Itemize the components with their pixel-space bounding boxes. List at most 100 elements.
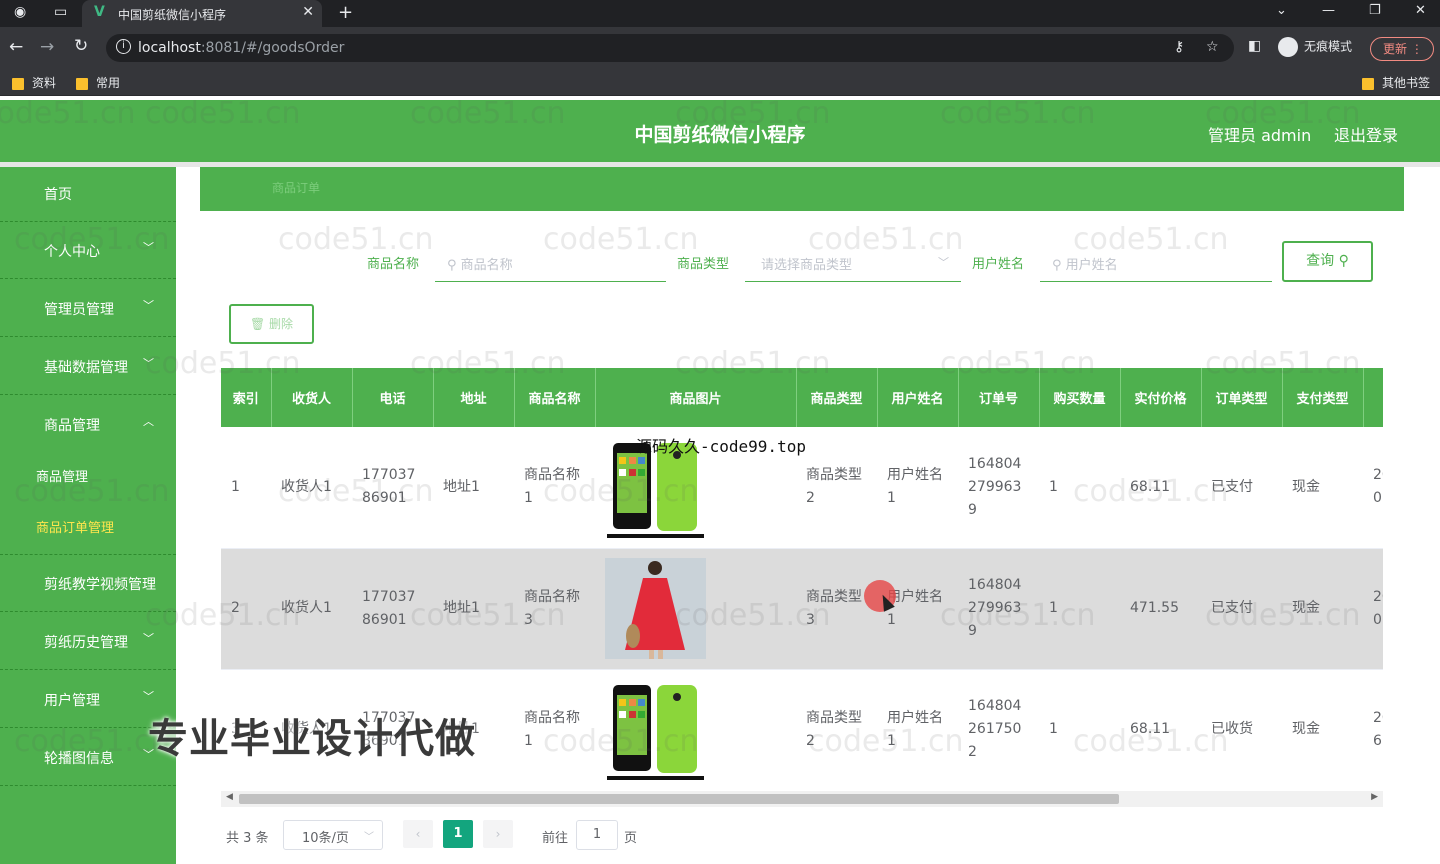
site-info-icon[interactable]: i bbox=[116, 39, 131, 54]
browser-tab[interactable]: V 中国剪纸微信小程序 ✕ bbox=[82, 0, 322, 27]
search-type-select[interactable]: 请选择商品类型 ﹀ bbox=[745, 246, 961, 282]
address-bar[interactable]: i localhost:8081/#/goodsOrder ⚷ ☆ bbox=[106, 34, 1234, 62]
column-header[interactable]: 订单号 bbox=[958, 368, 1040, 427]
scrollbar-thumb[interactable] bbox=[239, 794, 1119, 804]
delete-button[interactable]: 🗑 删除 bbox=[229, 304, 314, 344]
forward-icon[interactable]: → bbox=[40, 37, 54, 57]
page-suffix: 页 bbox=[624, 831, 638, 846]
sidebar-subitem-goods[interactable]: 商品管理 bbox=[36, 466, 88, 485]
sidebar-item-history[interactable]: 剪纸历史管理 ﹀ bbox=[0, 613, 176, 670]
cell-time: 20-20: bbox=[1363, 548, 1383, 670]
delete-label: 删除 bbox=[269, 317, 294, 331]
sidebar-item-admin[interactable]: 管理员管理 ﹀ bbox=[0, 280, 176, 337]
column-header[interactable]: 商品图片 bbox=[595, 368, 797, 427]
reload-icon[interactable]: ↻ bbox=[74, 36, 88, 56]
vue-favicon-icon: V bbox=[94, 4, 105, 20]
search-name-input[interactable]: ⚲ 商品名称 bbox=[435, 246, 666, 282]
search-name-label: 商品名称 bbox=[367, 257, 420, 272]
search-type-placeholder: 请选择商品类型 bbox=[761, 258, 853, 273]
bookmark-folder-1[interactable]: 资料 bbox=[12, 74, 56, 91]
horizontal-scrollbar[interactable]: ◀ ▶ bbox=[221, 791, 1383, 807]
query-button[interactable]: 查询 ⚲ bbox=[1282, 241, 1373, 282]
trash-icon: 🗑 bbox=[249, 317, 266, 331]
column-header[interactable]: 订 bbox=[1363, 368, 1383, 427]
url-host: localhost bbox=[138, 40, 201, 56]
column-header[interactable]: 地址 bbox=[433, 368, 515, 427]
sidebar-subitem-goods-order[interactable]: 商品订单管理 bbox=[36, 517, 114, 536]
close-tab-icon[interactable]: ✕ bbox=[302, 4, 314, 20]
update-button[interactable]: 更新 ⋮ bbox=[1370, 37, 1434, 61]
cell-pay-type: 现金 bbox=[1282, 669, 1363, 788]
sidebar-item-label: 基础数据管理 bbox=[44, 360, 128, 376]
minimize-icon[interactable]: — bbox=[1322, 3, 1335, 18]
back-icon[interactable]: ← bbox=[9, 37, 23, 57]
chevron-left-icon: ‹ bbox=[415, 827, 421, 841]
app-header: 中国剪纸微信小程序 管理员 admin 退出登录 bbox=[0, 100, 1440, 162]
red-dress-image[interactable] bbox=[605, 558, 706, 659]
breadcrumb-bar: 商品订单 bbox=[200, 167, 1404, 211]
scroll-left-icon[interactable]: ◀ bbox=[226, 792, 233, 802]
page-size-select[interactable]: 10条/页 ﹀ bbox=[283, 820, 383, 850]
next-page-button[interactable]: › bbox=[483, 820, 513, 848]
browser-menu-icon[interactable]: ◉ bbox=[14, 4, 26, 20]
cell-price: 68.11 bbox=[1120, 669, 1201, 788]
cell-goods-image bbox=[595, 548, 796, 670]
sidebar-item-label: 用户管理 bbox=[44, 693, 100, 709]
new-tab-icon[interactable]: + bbox=[338, 2, 353, 23]
search-user-input[interactable]: ⚲ 用户姓名 bbox=[1040, 246, 1272, 282]
incognito-indicator[interactable]: 无痕模式 bbox=[1278, 37, 1352, 57]
sidebar-item-home[interactable]: 首页 bbox=[0, 165, 176, 222]
column-header[interactable]: 用户姓名 bbox=[877, 368, 959, 427]
sidebar-item-basedata[interactable]: 基础数据管理 ﹀ bbox=[0, 338, 176, 395]
tab-list-chevron-icon[interactable]: ⌄ bbox=[1276, 3, 1287, 18]
sidebar-item-video[interactable]: 剪纸教学视频管理 bbox=[0, 555, 176, 612]
sidebar-item-label: 轮播图信息 bbox=[44, 751, 114, 767]
column-header[interactable]: 订单类型 bbox=[1201, 368, 1283, 427]
close-window-icon[interactable]: ✕ bbox=[1415, 3, 1426, 18]
tab-title: 中国剪纸微信小程序 bbox=[118, 8, 227, 22]
cell-time: 20-26: bbox=[1363, 669, 1383, 788]
cell-goods-type: 商品类型2 bbox=[796, 427, 877, 549]
source-overlay-text: 源码久久-code99.top bbox=[636, 437, 806, 456]
browser-tabbar: ◉ ▭ V 中国剪纸微信小程序 ✕ + ⌄ — ❐ ✕ bbox=[0, 0, 1440, 27]
browser-toolbar: ← → ↻ i localhost:8081/#/goodsOrder ⚷ ☆ … bbox=[0, 27, 1440, 68]
tab-search-icon[interactable]: ▭ bbox=[54, 4, 67, 20]
table-header-row: 索引 收货人 电话 地址 商品名称 商品图片 商品类型 用户姓名 订单号 购买数… bbox=[221, 368, 1383, 427]
bookmarks-bar: 资料 常用 其他书签 bbox=[0, 68, 1440, 96]
admin-user-label: 管理员 admin bbox=[1208, 126, 1312, 145]
green-phone-image[interactable] bbox=[605, 679, 706, 780]
cell-user: 用户姓名1 bbox=[877, 669, 958, 788]
column-header[interactable]: 支付类型 bbox=[1282, 368, 1364, 427]
other-bookmarks[interactable]: 其他书签 bbox=[1362, 74, 1430, 91]
scroll-right-icon[interactable]: ▶ bbox=[1371, 792, 1378, 802]
table-row[interactable]: 2 收货人1 17703786901 地址1 商品名称3 商品类型3 用户姓名1 bbox=[221, 548, 1383, 670]
sidepanel-icon[interactable]: ◧ bbox=[1248, 38, 1261, 54]
column-header[interactable]: 索引 bbox=[221, 368, 272, 427]
chevron-down-icon: ﹀ bbox=[938, 256, 949, 269]
column-header[interactable]: 商品名称 bbox=[514, 368, 596, 427]
bookmark-star-icon[interactable]: ☆ bbox=[1206, 39, 1219, 55]
bookmark-folder-2[interactable]: 常用 bbox=[76, 74, 120, 91]
chevron-down-icon: ﹀ bbox=[143, 241, 154, 254]
cell-address: 地址1 bbox=[433, 548, 514, 670]
folder-icon bbox=[1362, 77, 1374, 90]
sidebar-item-label: 首页 bbox=[44, 187, 72, 203]
cell-phone: 17703786901 bbox=[352, 548, 433, 670]
prev-page-button[interactable]: ‹ bbox=[403, 820, 433, 848]
search-icon: ⚲ bbox=[447, 258, 461, 273]
cell-goods-name: 商品名称3 bbox=[514, 548, 595, 670]
page-number-current[interactable]: 1 bbox=[443, 820, 473, 848]
logout-link[interactable]: 退出登录 bbox=[1334, 122, 1398, 146]
goto-page-input[interactable]: 1 bbox=[576, 820, 618, 850]
sidebar-item-profile[interactable]: 个人中心 ﹀ bbox=[0, 222, 176, 279]
column-header[interactable]: 实付价格 bbox=[1120, 368, 1202, 427]
search-icon: ⚲ bbox=[1338, 253, 1349, 269]
cell-receiver: 收货人1 bbox=[271, 427, 352, 549]
restore-icon[interactable]: ❐ bbox=[1369, 3, 1381, 18]
column-header[interactable]: 收货人 bbox=[271, 368, 353, 427]
column-header[interactable]: 电话 bbox=[352, 368, 434, 427]
key-icon[interactable]: ⚷ bbox=[1174, 39, 1184, 55]
column-header[interactable]: 商品类型 bbox=[796, 368, 878, 427]
chevron-up-icon: ︿ bbox=[143, 415, 154, 428]
column-header[interactable]: 购买数量 bbox=[1039, 368, 1121, 427]
